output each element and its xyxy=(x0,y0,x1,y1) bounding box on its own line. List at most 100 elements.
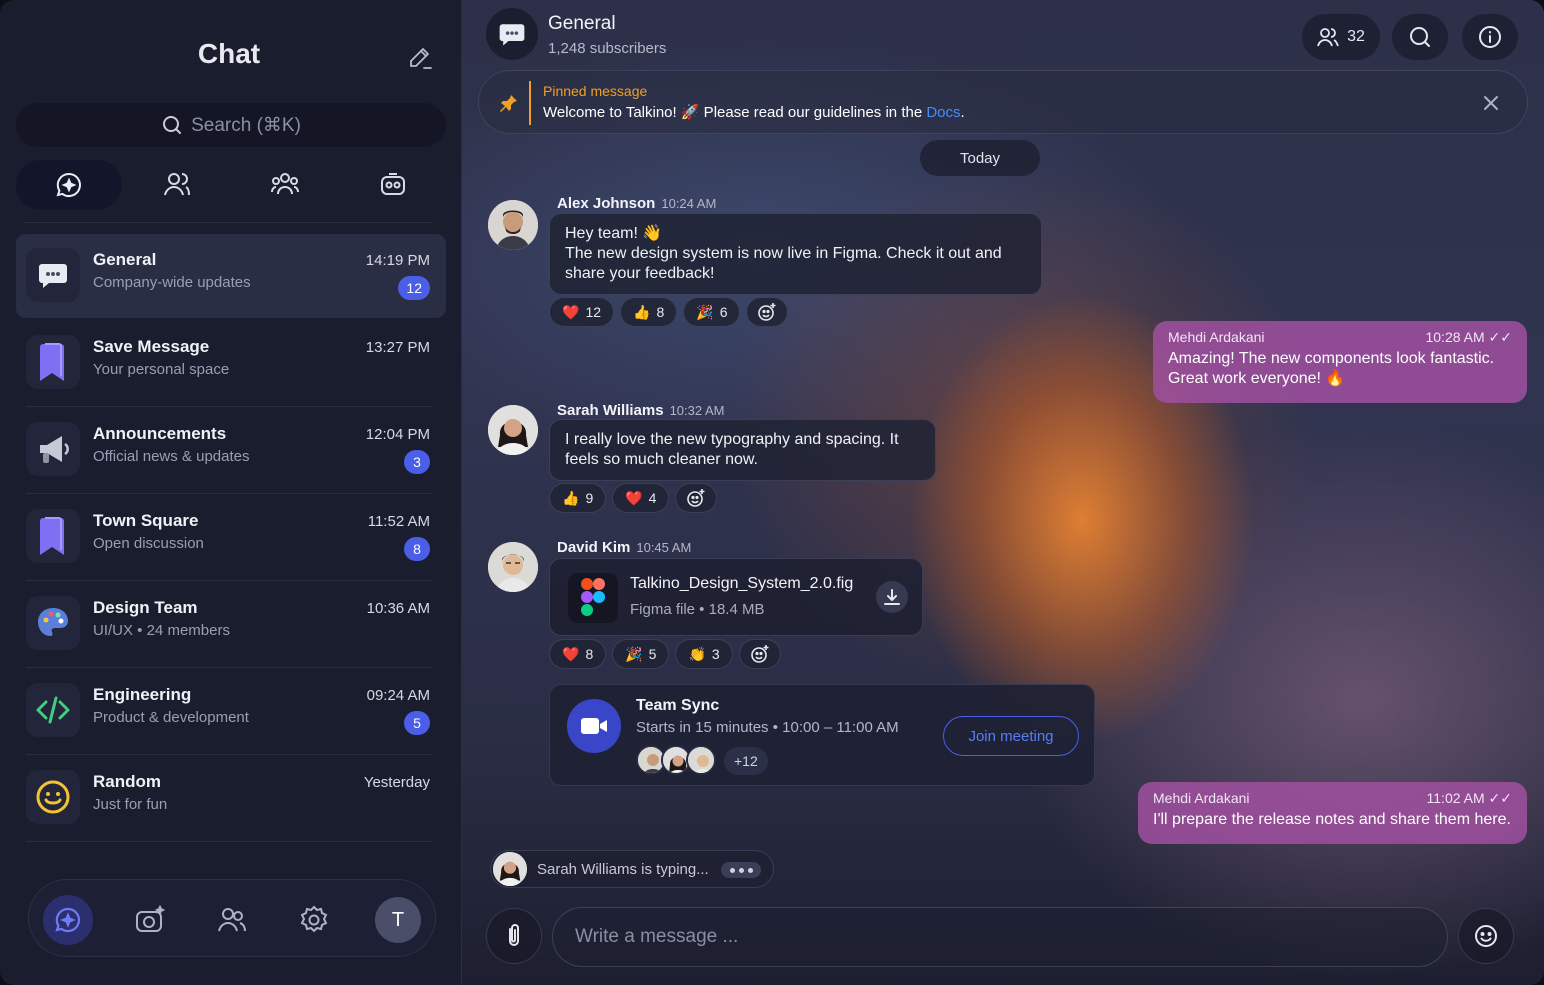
pin-icon xyxy=(500,95,517,112)
chat-subtitle: Just for fun xyxy=(93,796,168,813)
chat-list-item[interactable]: Engineering Product & development 09:24 … xyxy=(16,669,446,755)
chat-time: 12:04 PM xyxy=(365,426,430,443)
reactions: ❤️ 12 👍 8 🎉 6 xyxy=(549,297,789,327)
contacts-icon xyxy=(164,173,190,196)
unread-badge: 8 xyxy=(404,537,430,561)
chat-list-item[interactable]: Design Team UI/UX • 24 members 10:36 AM xyxy=(16,582,446,668)
chat-time: Yesterday xyxy=(363,774,430,791)
message-author: Mehdi Ardakani xyxy=(1168,329,1265,345)
file-attachment[interactable]: Talkino_Design_System_2.0.fig Figma file… xyxy=(549,558,923,636)
chat-list-item[interactable]: Announcements Official news & updates 12… xyxy=(16,408,446,494)
speech-bubble-icon xyxy=(39,264,67,288)
search-input[interactable]: Search (⌘K) xyxy=(16,103,446,147)
chat-list-item[interactable]: Town Square Open discussion 11:52 AM 8 xyxy=(16,495,446,581)
reaction-chip[interactable]: ❤️ 8 xyxy=(549,639,607,669)
message-input[interactable]: Write a message ... xyxy=(552,907,1448,967)
sidebar-tabs xyxy=(16,160,446,210)
info-button[interactable] xyxy=(1462,14,1518,60)
more-participants: +12 xyxy=(724,747,768,775)
message-text: I'll prepare the release notes and share… xyxy=(1153,811,1511,828)
avatar xyxy=(493,852,527,886)
reaction-chip[interactable]: 👏 3 xyxy=(675,639,733,669)
avatar[interactable] xyxy=(488,405,538,455)
nav-contacts[interactable] xyxy=(207,895,257,945)
nav-stories[interactable] xyxy=(125,895,175,945)
bot-icon xyxy=(381,173,405,195)
tab-groups[interactable] xyxy=(232,160,338,210)
message-time: 10:45 AM xyxy=(636,540,692,555)
tab-bots[interactable] xyxy=(340,160,446,210)
message-author: David Kim 10:45 AM xyxy=(557,539,692,556)
chat-list-item[interactable]: Random Just for fun Yesterday xyxy=(16,756,446,842)
nav-chats[interactable] xyxy=(43,895,93,945)
unread-badge: 12 xyxy=(398,276,430,300)
add-reaction-button[interactable] xyxy=(675,483,718,513)
message-time: 10:24 AM xyxy=(661,196,717,211)
attach-button[interactable] xyxy=(486,908,542,964)
message-time: 11:02 AM ✓✓ xyxy=(1426,790,1512,806)
avatar[interactable] xyxy=(488,200,538,250)
reaction-chip[interactable]: 👍 8 xyxy=(620,297,678,327)
chat-subtitle: UI/UX • 24 members xyxy=(93,622,230,639)
bottom-nav: T xyxy=(28,879,436,957)
video-camera-icon xyxy=(567,699,621,753)
chat-avatar xyxy=(26,422,80,476)
code-icon xyxy=(36,696,70,724)
chat-sparkle-icon xyxy=(56,172,81,197)
members-button[interactable]: 32 xyxy=(1302,14,1380,60)
chat-name: Save Message xyxy=(93,337,210,356)
camera-sparkle-icon xyxy=(136,904,166,932)
reaction-chip[interactable]: ❤️ 4 xyxy=(612,483,670,513)
join-meeting-button[interactable]: Join meeting xyxy=(943,716,1079,756)
chat-name: General xyxy=(93,250,157,269)
compose-icon[interactable] xyxy=(406,44,434,72)
reaction-chip[interactable]: 🎉 6 xyxy=(683,297,741,327)
paperclip-icon xyxy=(509,924,519,946)
chat-list: General Company-wide updates 14:19 PM 12… xyxy=(16,234,446,843)
bookmark-icon xyxy=(40,343,64,381)
reaction-chip[interactable]: ❤️ 12 xyxy=(549,297,615,327)
add-reaction-button[interactable] xyxy=(746,297,789,327)
unread-badge: 5 xyxy=(404,711,430,735)
search-icon xyxy=(163,116,182,134)
pinned-text: Welcome to Talkino! 🚀 Please read our gu… xyxy=(543,104,965,121)
participant-avatars xyxy=(636,745,716,775)
smiley-icon xyxy=(36,780,70,814)
double-check-icon: ✓✓ xyxy=(1488,329,1512,345)
members-count: 32 xyxy=(1347,28,1365,45)
user-avatar[interactable]: T xyxy=(375,897,421,943)
docs-link[interactable]: Docs xyxy=(926,104,960,121)
chat-list-item[interactable]: Save Message Your personal space 13:27 P… xyxy=(16,321,446,407)
message-author: Mehdi Ardakani xyxy=(1153,790,1250,806)
smiley-icon xyxy=(1475,925,1497,947)
nav-settings[interactable] xyxy=(289,895,339,945)
search-button[interactable] xyxy=(1392,14,1448,60)
avatar[interactable] xyxy=(488,542,538,592)
megaphone-icon xyxy=(40,436,69,463)
add-emoji-icon xyxy=(750,645,769,663)
reaction-chip[interactable]: 👍 9 xyxy=(549,483,607,513)
chat-avatar xyxy=(26,248,80,302)
pinned-label: Pinned message xyxy=(543,83,648,99)
add-reaction-button[interactable] xyxy=(738,639,781,669)
app-window: Chat Search (⌘K) General Company-wide up… xyxy=(0,0,1544,985)
sidebar-title: Chat xyxy=(197,38,261,69)
emoji-button[interactable] xyxy=(1458,908,1514,964)
download-icon xyxy=(884,589,900,605)
reaction-chip[interactable]: 🎉 5 xyxy=(612,639,670,669)
unread-badge: 3 xyxy=(404,450,430,474)
download-button[interactable] xyxy=(876,581,908,613)
chat-area: General 1,248 subscribers 32 Pinned mess… xyxy=(462,0,1544,985)
message-author: Sarah Williams 10:32 AM xyxy=(557,402,725,419)
figma-icon xyxy=(568,573,618,623)
chat-subtitle: Official news & updates xyxy=(93,448,250,465)
chat-time: 13:27 PM xyxy=(365,339,430,356)
chat-name: Engineering xyxy=(93,685,192,704)
chat-list-item[interactable]: General Company-wide updates 14:19 PM 12 xyxy=(16,234,446,318)
pinned-message[interactable]: Pinned message Welcome to Talkino! 🚀 Ple… xyxy=(478,70,1528,134)
chat-subtitle: Open discussion xyxy=(93,535,204,552)
chat-name: Design Team xyxy=(93,598,198,617)
close-icon[interactable] xyxy=(1481,93,1501,113)
tab-contacts[interactable] xyxy=(124,160,230,210)
tab-chats[interactable] xyxy=(16,160,122,210)
